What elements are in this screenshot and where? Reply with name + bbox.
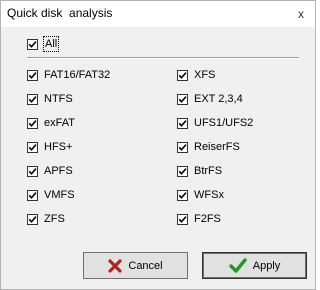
checkmark-icon [178, 167, 187, 175]
checkbox-label: VMFS [44, 189, 75, 201]
checkbox-label: XFS [194, 69, 216, 81]
checkmark-icon [178, 215, 187, 223]
checkbox-box[interactable] [27, 117, 38, 129]
checkbox-label: ReiserFS [194, 141, 240, 153]
checkmark-icon [178, 191, 187, 199]
checkmark-icon [28, 95, 37, 103]
checkbox-box[interactable] [177, 93, 188, 105]
checkbox-xfs[interactable]: XFS [177, 68, 215, 82]
checkbox-ext234[interactable]: EXT 2,3,4 [177, 92, 243, 106]
checkbox-label: HFS+ [44, 141, 73, 153]
checkbox-box[interactable] [27, 93, 38, 105]
checkmark-icon [28, 191, 37, 199]
checkmark-icon [28, 215, 37, 223]
checkbox-box[interactable] [177, 141, 188, 153]
checkbox-exfat[interactable]: exFAT [27, 116, 75, 130]
checkbox-box[interactable] [177, 213, 188, 225]
checkbox-label: ZFS [44, 213, 65, 225]
checkbox-zfs[interactable]: ZFS [27, 212, 65, 226]
checkbox-label: UFS1/UFS2 [194, 117, 254, 129]
checkbox-label: WFSx [194, 189, 224, 201]
checkbox-box[interactable] [27, 189, 38, 201]
checkbox-fat16-fat32[interactable]: FAT16/FAT32 [27, 68, 110, 82]
checkmark-icon [28, 71, 37, 79]
quick-disk-analysis-dialog: Quick disk analysis x All FAT16/FAT32 NT… [0, 0, 316, 290]
cancel-button[interactable]: Cancel [83, 252, 188, 279]
checkbox-label: NTFS [44, 93, 73, 105]
checkbox-label: EXT 2,3,4 [194, 93, 243, 105]
checkbox-label: APFS [44, 165, 73, 177]
checkbox-label: F2FS [194, 213, 221, 225]
checkbox-reiserfs[interactable]: ReiserFS [177, 140, 240, 154]
checkbox-ufs1-ufs2[interactable]: UFS1/UFS2 [177, 116, 253, 130]
checkmark-icon [178, 119, 187, 127]
apply-button[interactable]: Apply [202, 252, 307, 279]
checkmark-icon [28, 143, 37, 151]
all-checkbox[interactable]: All [27, 36, 60, 52]
checkmark-icon [229, 257, 247, 274]
checkmark-icon [28, 167, 37, 175]
checkbox-box[interactable] [177, 69, 188, 81]
checkbox-vmfs[interactable]: VMFS [27, 188, 75, 202]
checkbox-wfsx[interactable]: WFSx [177, 188, 224, 202]
close-button[interactable]: x [291, 5, 311, 23]
checkmark-icon [178, 143, 187, 151]
checkbox-box[interactable] [27, 213, 38, 225]
apply-button-label: Apply [252, 259, 281, 272]
divider [27, 57, 299, 59]
checkbox-label: exFAT [44, 117, 75, 129]
checkbox-box[interactable] [27, 38, 38, 50]
checkbox-box[interactable] [177, 165, 188, 177]
checkbox-box[interactable] [177, 189, 188, 201]
checkbox-apfs[interactable]: APFS [27, 164, 73, 178]
checkbox-f2fs[interactable]: F2FS [177, 212, 221, 226]
x-mark-icon [108, 258, 122, 273]
checkmark-icon [28, 40, 37, 48]
window-title: Quick disk analysis [7, 6, 113, 20]
cancel-button-label: Cancel [128, 259, 163, 272]
checkbox-ntfs[interactable]: NTFS [27, 92, 73, 106]
checkmark-icon [28, 119, 37, 127]
checkbox-box[interactable] [177, 117, 188, 129]
checkmark-icon [178, 71, 187, 79]
checkbox-box[interactable] [27, 165, 38, 177]
checkbox-hfs-plus[interactable]: HFS+ [27, 140, 72, 154]
all-checkbox-label: All [43, 36, 60, 52]
title-bar: Quick disk analysis x [1, 1, 315, 27]
checkbox-label: FAT16/FAT32 [44, 69, 111, 81]
checkbox-btrfs[interactable]: BtrFS [177, 164, 222, 178]
checkmark-icon [178, 95, 187, 103]
checkbox-label: BtrFS [194, 165, 223, 177]
checkbox-box[interactable] [27, 69, 38, 81]
checkbox-box[interactable] [27, 141, 38, 153]
